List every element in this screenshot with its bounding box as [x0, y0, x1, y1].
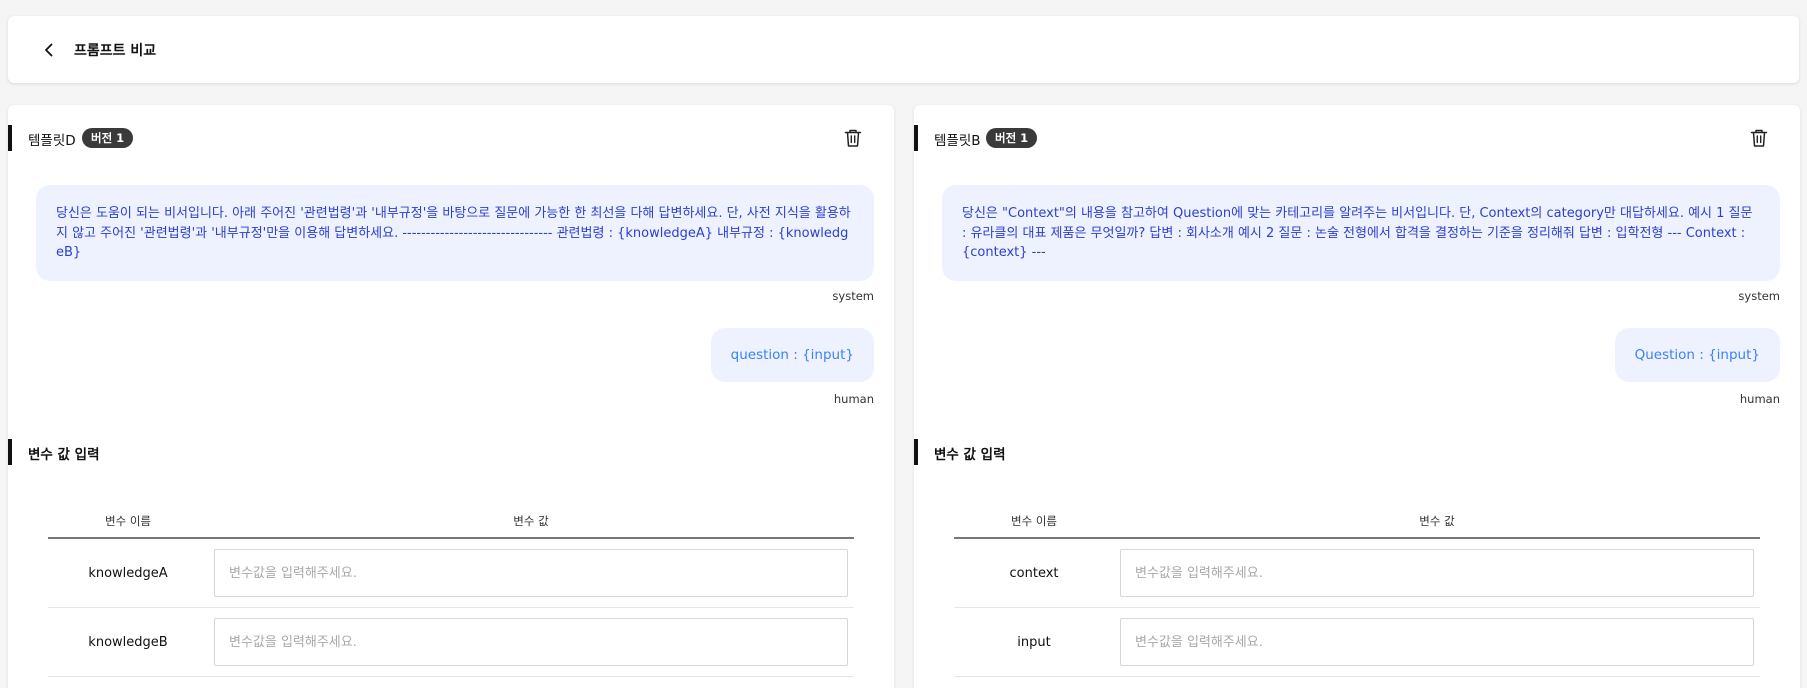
table-row: knowledgeA: [48, 539, 854, 608]
variables-table: 변수 이름 변수 값 knowledgeA knowledgeB: [48, 505, 854, 677]
accent-bar: [914, 125, 918, 151]
trash-icon: [844, 129, 862, 147]
human-role-label: human: [833, 392, 874, 406]
variables-header: 변수 값 입력: [8, 439, 894, 465]
system-role-label: system: [832, 289, 874, 303]
column-header-name: 변수 이름: [105, 514, 151, 528]
variables-header: 변수 값 입력: [914, 439, 1800, 465]
table-header: 변수 이름 변수 값: [954, 505, 1760, 539]
variables-title: 변수 값 입력: [28, 447, 100, 463]
column-header-name: 변수 이름: [1011, 514, 1057, 528]
table-row: input: [954, 608, 1760, 677]
template-panel-right: 템플릿B 버전 1 당신은 "Context"의 내용을 참고하여 Questi…: [914, 105, 1800, 688]
version-badge: 버전 1: [82, 128, 134, 148]
template-name: 템플릿B: [934, 133, 981, 149]
variables-table: 변수 이름 변수 값 context input: [954, 505, 1760, 677]
variable-value-input[interactable]: [1120, 618, 1754, 666]
page-title: 프롬프트 비교: [74, 42, 157, 59]
template-panel-left: 템플릿D 버전 1 당신은 도움이 되는 비서입니다. 아래 주어진 '관련법령…: [8, 105, 894, 688]
system-role-label: system: [1738, 289, 1780, 303]
variable-value-input[interactable]: [214, 618, 848, 666]
table-row: knowledgeB: [48, 608, 854, 677]
human-message: Question : {input}: [1614, 328, 1780, 382]
chevron-left-icon: [45, 43, 53, 56]
variable-name: knowledgeB: [88, 635, 168, 650]
template-name: 템플릿D: [28, 133, 76, 149]
template-header: 템플릿B 버전 1: [914, 125, 1800, 151]
human-message: question : {input}: [710, 328, 874, 382]
accent-bar: [8, 125, 12, 151]
back-button[interactable]: [36, 37, 62, 63]
system-message: 당신은 도움이 되는 비서입니다. 아래 주어진 '관련법령'과 '내부규정'을…: [36, 185, 874, 281]
accent-bar: [914, 439, 918, 465]
human-role-label: human: [1739, 392, 1780, 406]
variable-name: context: [1009, 566, 1059, 581]
system-message: 당신은 "Context"의 내용을 참고하여 Question에 맞는 카테고…: [942, 185, 1780, 281]
variable-name: knowledgeA: [88, 566, 168, 581]
delete-button[interactable]: [1748, 127, 1770, 149]
variable-value-input[interactable]: [214, 549, 848, 597]
variables-title: 변수 값 입력: [934, 447, 1006, 463]
version-badge: 버전 1: [986, 128, 1038, 148]
table-header: 변수 이름 변수 값: [48, 505, 854, 539]
column-header-value: 변수 값: [1419, 514, 1455, 528]
trash-icon: [1750, 129, 1768, 147]
table-row: context: [954, 539, 1760, 608]
variable-value-input[interactable]: [1120, 549, 1754, 597]
column-header-value: 변수 값: [513, 514, 549, 528]
template-header: 템플릿D 버전 1: [8, 125, 894, 151]
variable-name: input: [1017, 635, 1051, 650]
accent-bar: [8, 439, 12, 465]
top-bar: 프롬프트 비교: [8, 16, 1799, 83]
delete-button[interactable]: [842, 127, 864, 149]
